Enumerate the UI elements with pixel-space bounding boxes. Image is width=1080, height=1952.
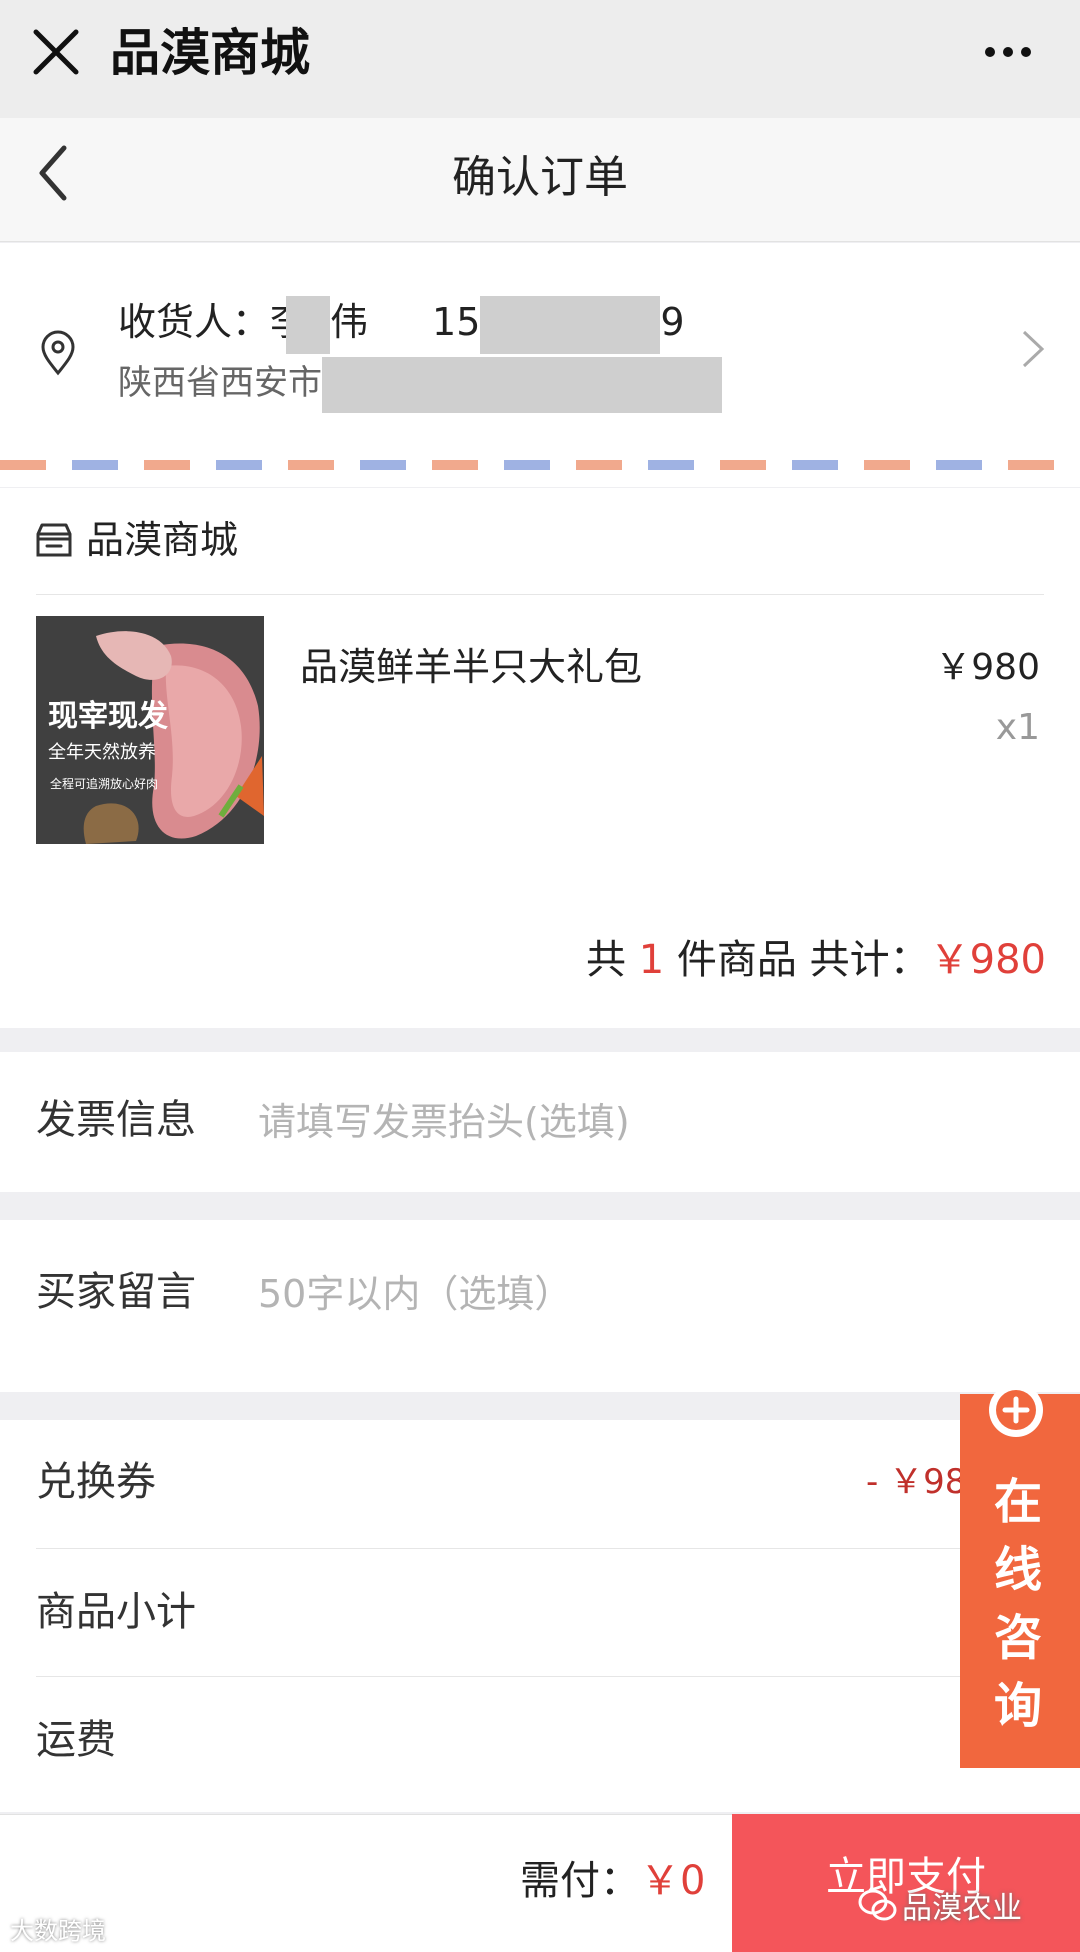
- amount-due-label: 需付：: [520, 1858, 640, 1904]
- product-image-art: 现宰现发 全年天然放养 全程可追溯放心好肉: [36, 616, 264, 844]
- redacted-block: [286, 295, 331, 354]
- shop-icon: [36, 523, 72, 557]
- product-quantity: x1: [995, 707, 1040, 748]
- consult-char: 咨: [993, 1610, 1042, 1666]
- product-image-line2: 全年天然放养: [48, 742, 156, 763]
- consult-char: 在: [993, 1474, 1042, 1530]
- shop-name: 品漠商城: [86, 518, 239, 562]
- summary-count: 1: [638, 937, 665, 983]
- redacted-phone: [480, 295, 661, 354]
- invoice-input[interactable]: 请填写发票抬头(选填): [258, 1092, 630, 1152]
- watermark-right: 品漠农业: [902, 1891, 1022, 1926]
- redacted-address: [322, 356, 722, 413]
- location-pin-icon: [41, 330, 75, 376]
- amount-due-value: ￥0: [640, 1858, 706, 1904]
- coupon-label[interactable]: 兑换券: [36, 1452, 156, 1512]
- divider: [36, 1548, 1080, 1549]
- page-title: 确认订单: [452, 152, 628, 203]
- summary-middle: 件商品 共计：: [676, 937, 930, 983]
- order-summary: 共 1 件商品 共计：￥980: [400, 930, 1046, 990]
- consult-char: 询: [993, 1678, 1042, 1734]
- summary-prefix: 共: [586, 937, 627, 983]
- subtotal-label: 商品小计: [36, 1589, 196, 1635]
- product-image-line3: 全程可追溯放心好肉: [50, 776, 158, 791]
- address-line: 陕西省西安市: [118, 355, 722, 413]
- watermark-left: 大数跨境: [10, 1917, 106, 1945]
- receiver-label: 收货人：: [118, 300, 271, 344]
- consult-label[interactable]: 在 线 咨 询: [988, 1468, 1048, 1740]
- plus-circle-icon[interactable]: [987, 1381, 1045, 1439]
- airmail-border: [0, 460, 1080, 470]
- receiver-line: 收货人：李伟159: [118, 292, 685, 354]
- product-image-headline: 现宰现发: [48, 699, 168, 734]
- close-icon[interactable]: [26, 22, 86, 82]
- divider: [36, 1676, 1080, 1677]
- divider: [36, 594, 1044, 595]
- product-image[interactable]: 现宰现发 全年天然放养 全程可追溯放心好肉: [36, 616, 264, 844]
- product-name[interactable]: 品漠鲜羊半只大礼包: [300, 638, 642, 696]
- address-city: 陕西省西安市: [118, 363, 322, 403]
- chevron-right-icon: [1022, 330, 1045, 368]
- consult-char: 线: [993, 1542, 1042, 1598]
- wechat-logo-icon: [858, 1889, 897, 1921]
- phone-prefix: 15: [432, 300, 481, 344]
- more-icon[interactable]: [978, 30, 1038, 70]
- phone-suffix: 9: [660, 300, 685, 344]
- wechat-title: 品漠商城: [110, 24, 310, 82]
- coupon-value: - ￥98: [866, 1462, 967, 1502]
- product-price: ￥980: [935, 647, 1040, 688]
- shipping-label: 运费: [36, 1717, 116, 1763]
- invoice-label: 发票信息: [36, 1097, 196, 1143]
- buyer-message-label: 买家留言: [36, 1269, 196, 1315]
- amount-due: 需付：￥0: [520, 1846, 705, 1916]
- summary-total: ￥980: [929, 937, 1046, 983]
- buyer-message-input[interactable]: 50字以内（选填）: [258, 1264, 572, 1324]
- receiver-name-last: 伟: [330, 300, 369, 344]
